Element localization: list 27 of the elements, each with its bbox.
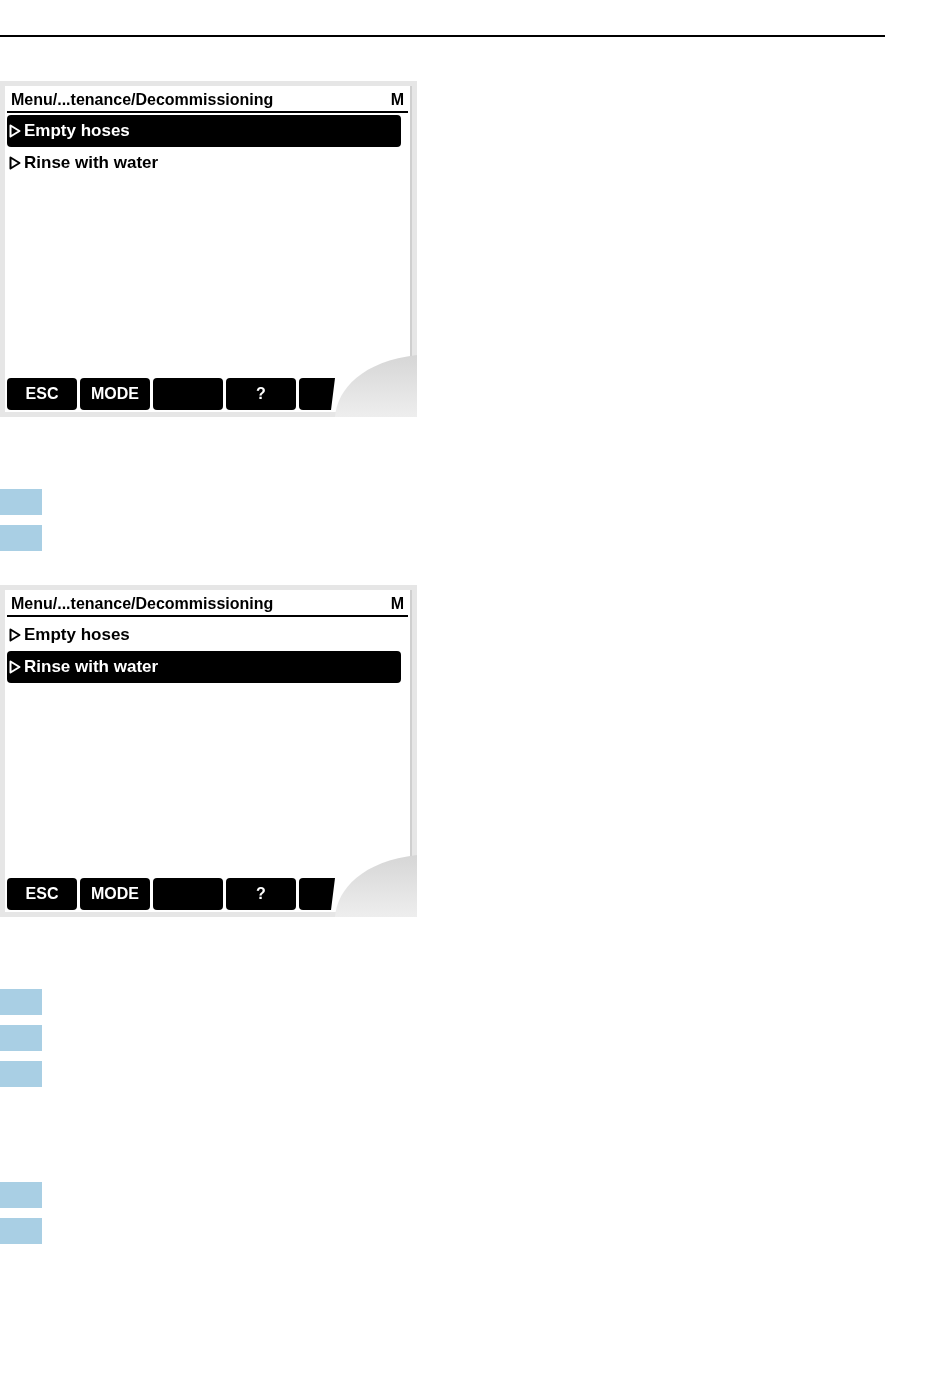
step-marker-icon xyxy=(0,1060,42,1087)
step-marker-icon xyxy=(0,1181,42,1208)
menu-path-title: Menu/...tenance/Decommissioning xyxy=(11,594,274,613)
step-marker-icon xyxy=(0,988,42,1015)
softkey[interactable] xyxy=(299,877,335,910)
mode-indicator: M xyxy=(390,594,404,613)
step-marker-icon xyxy=(0,524,42,551)
menu-item[interactable]: Rinse with water xyxy=(7,650,401,683)
step-marker-icon xyxy=(0,488,42,515)
menu-item[interactable]: Empty hoses xyxy=(7,114,401,147)
softkey[interactable] xyxy=(153,877,223,910)
softkey[interactable] xyxy=(153,377,223,410)
softkey[interactable]: ESC xyxy=(7,877,77,910)
triangle-arrow-icon xyxy=(9,627,21,642)
menu-path-title: Menu/...tenance/Decommissioning xyxy=(11,90,274,109)
triangle-arrow-icon xyxy=(9,659,21,674)
step-marker-icon xyxy=(0,1217,42,1244)
softkey[interactable]: ? xyxy=(226,877,296,910)
triangle-arrow-icon xyxy=(9,155,21,170)
softkey[interactable] xyxy=(299,377,335,410)
softkey[interactable]: ? xyxy=(226,377,296,410)
softkey[interactable]: MODE xyxy=(80,377,150,410)
triangle-arrow-icon xyxy=(9,123,21,138)
step-marker-icon xyxy=(0,1024,42,1051)
softkey[interactable]: MODE xyxy=(80,877,150,910)
mode-indicator: M xyxy=(390,90,404,109)
softkey[interactable]: ESC xyxy=(7,377,77,410)
